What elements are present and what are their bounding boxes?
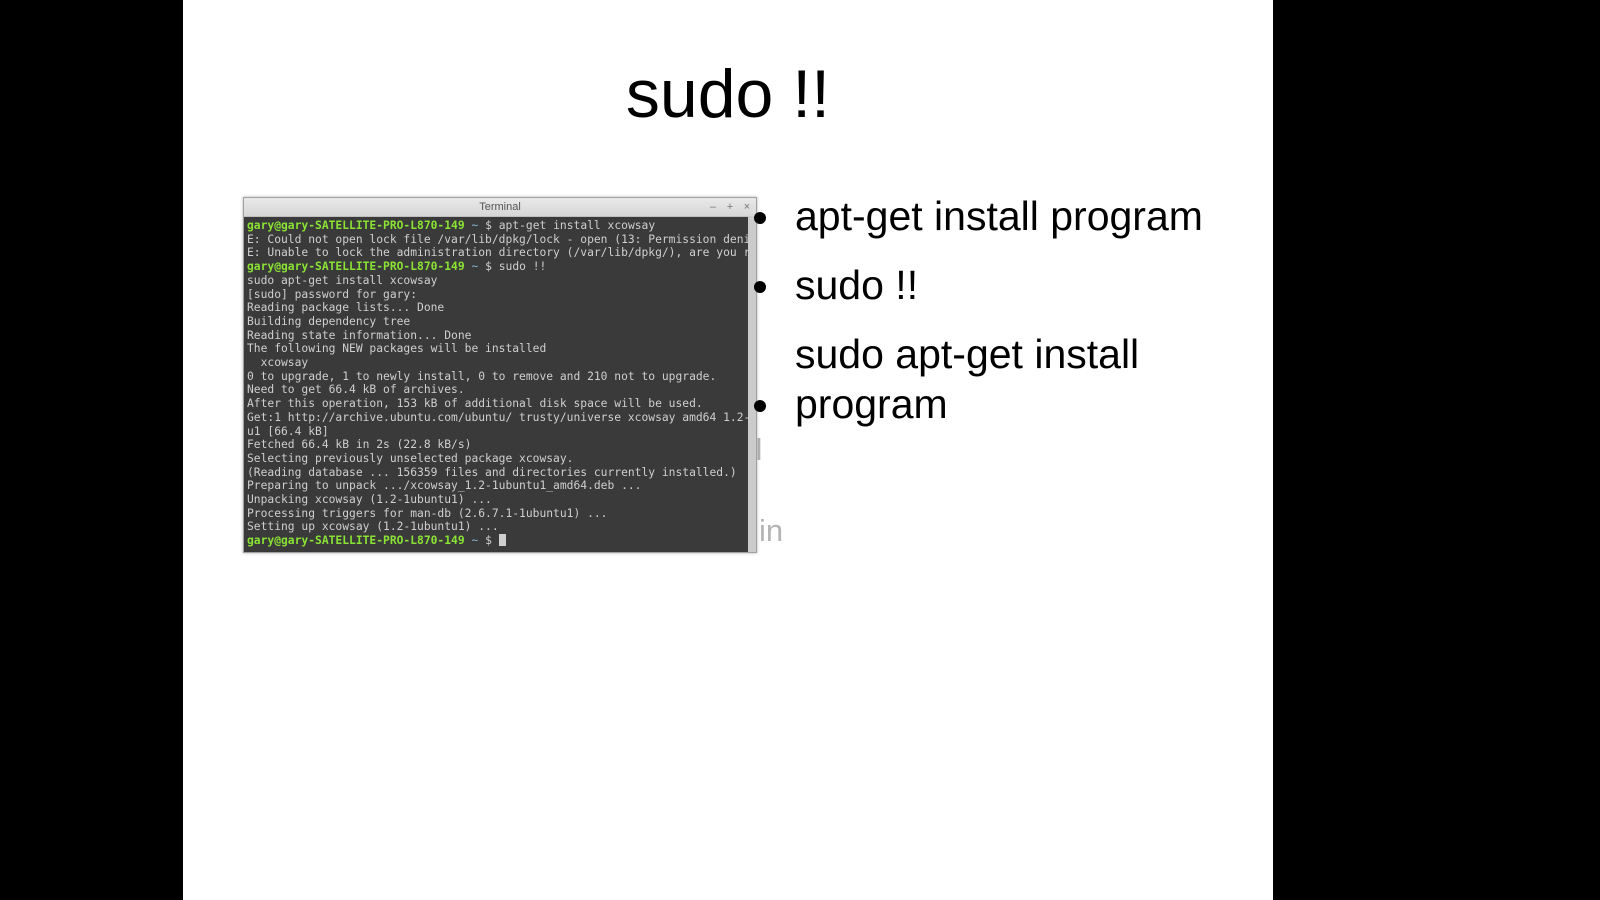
bullet-3: sudo apt-get install program	[785, 330, 1259, 428]
output-line: [sudo] password for gary:	[247, 288, 417, 301]
bullet-2-text: sudo !!	[785, 261, 918, 310]
prompt-symbol: $	[485, 260, 492, 273]
output-line: sudo apt-get install xcowsay	[247, 274, 437, 287]
cursor-icon	[499, 534, 506, 546]
prompt-path: ~	[471, 534, 478, 547]
prompt-symbol: $	[485, 219, 492, 232]
output-line: Selecting previously unselected package …	[247, 452, 573, 465]
output-line: Processing triggers for man-db (2.6.7.1-…	[247, 507, 607, 520]
output-line: Preparing to unpack .../xcowsay_1.2-1ubu…	[247, 479, 641, 492]
output-line: 0 to upgrade, 1 to newly install, 0 to r…	[247, 370, 716, 383]
output-line: Fetched 66.4 kB in 2s (22.8 kB/s)	[247, 438, 471, 451]
output-line: (Reading database ... 156359 files and d…	[247, 466, 737, 479]
command-1: apt-get install xcowsay	[499, 219, 655, 232]
bullet-1-text: apt-get install program	[785, 192, 1203, 241]
prompt-host: gary@gary-SATELLITE-PRO-L870-149	[247, 219, 465, 232]
bullet-1: apt-get install program	[785, 192, 1259, 241]
output-line: Building dependency tree	[247, 315, 410, 328]
output-line: The following NEW packages will be insta…	[247, 342, 546, 355]
terminal-window: Terminal – + × gary@gary-SATELLITE-PRO-L…	[243, 197, 757, 553]
output-line: xcowsay	[247, 356, 308, 369]
terminal-titlebar[interactable]: Terminal – + ×	[244, 198, 756, 217]
prompt-host: gary@gary-SATELLITE-PRO-L870-149	[247, 260, 465, 273]
bullet-3-text: sudo apt-get install program	[785, 330, 1259, 428]
slide: sudo !! apt-get install sudo !! sudo apt…	[183, 0, 1273, 900]
output-line: Reading state information... Done	[247, 329, 471, 342]
close-icon[interactable]: ×	[742, 202, 752, 212]
output-line: Reading package lists... Done	[247, 301, 444, 314]
output-line: Setting up xcowsay (1.2-1ubuntu1) ...	[247, 520, 499, 533]
output-line: Get:1 http://archive.ubuntu.com/ubuntu/ …	[247, 411, 756, 424]
output-line: After this operation, 153 kB of addition…	[247, 397, 703, 410]
output-line: E: Could not open lock file /var/lib/dpk…	[247, 233, 756, 246]
prompt-host: gary@gary-SATELLITE-PRO-L870-149	[247, 534, 465, 547]
output-line: Need to get 66.4 kB of archives.	[247, 383, 465, 396]
minimize-icon[interactable]: –	[708, 202, 718, 212]
prompt-path: ~	[471, 219, 478, 232]
output-line: E: Unable to lock the administration dir…	[247, 246, 756, 259]
maximize-icon[interactable]: +	[725, 202, 735, 212]
bullet-2: sudo !!	[785, 261, 1259, 310]
output-line: Unpacking xcowsay (1.2-1ubuntu1) ...	[247, 493, 492, 506]
bullet-list: apt-get install program sudo !! sudo apt…	[759, 192, 1259, 449]
terminal-title: Terminal	[479, 201, 521, 213]
prompt-symbol: $	[485, 534, 492, 547]
window-controls: – + ×	[708, 198, 752, 216]
command-2: sudo !!	[499, 260, 547, 273]
terminal-body[interactable]: gary@gary-SATELLITE-PRO-L870-149 ~ $ apt…	[244, 217, 756, 552]
slide-title: sudo !!	[183, 55, 1273, 133]
prompt-path: ~	[471, 260, 478, 273]
output-line: u1 [66.4 kB]	[247, 425, 329, 438]
